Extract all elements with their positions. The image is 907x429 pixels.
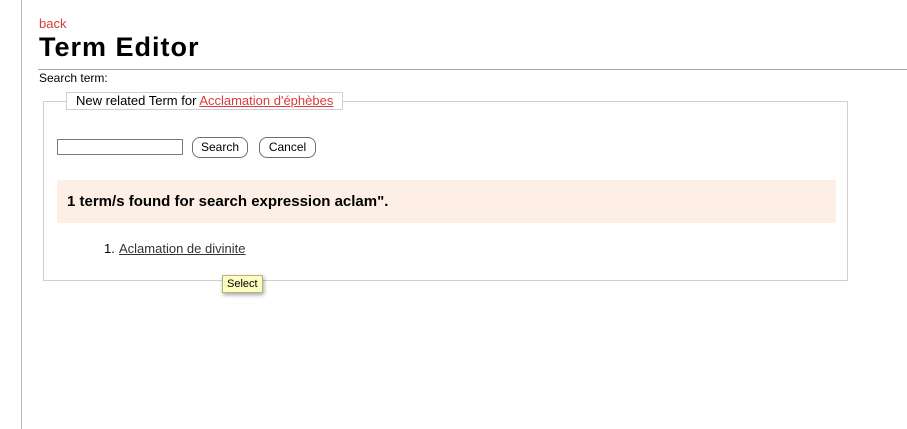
legend-prefix: New related Term for <box>76 93 200 108</box>
fieldset-legend: New related Term for Acclamation d'éphèb… <box>66 92 344 110</box>
search-term-label: Search term: <box>39 71 108 85</box>
search-button[interactable]: Search <box>192 137 248 158</box>
title-divider <box>38 69 907 70</box>
back-link[interactable]: back <box>39 16 66 31</box>
cancel-button[interactable]: Cancel <box>259 137 316 158</box>
legend-term-link[interactable]: Acclamation d'éphèbes <box>199 93 333 108</box>
search-input[interactable] <box>57 139 183 155</box>
select-tooltip: Select <box>222 275 263 293</box>
page-title: Term Editor <box>39 32 200 62</box>
result-item-link[interactable]: Aclamation de divinite <box>119 241 245 256</box>
left-border-rule <box>21 0 22 429</box>
results-message-box: 1 term/s found for search expression acl… <box>57 180 836 223</box>
results-message: 1 term/s found for search expression acl… <box>67 193 389 210</box>
result-item-number: 1. <box>104 241 115 256</box>
